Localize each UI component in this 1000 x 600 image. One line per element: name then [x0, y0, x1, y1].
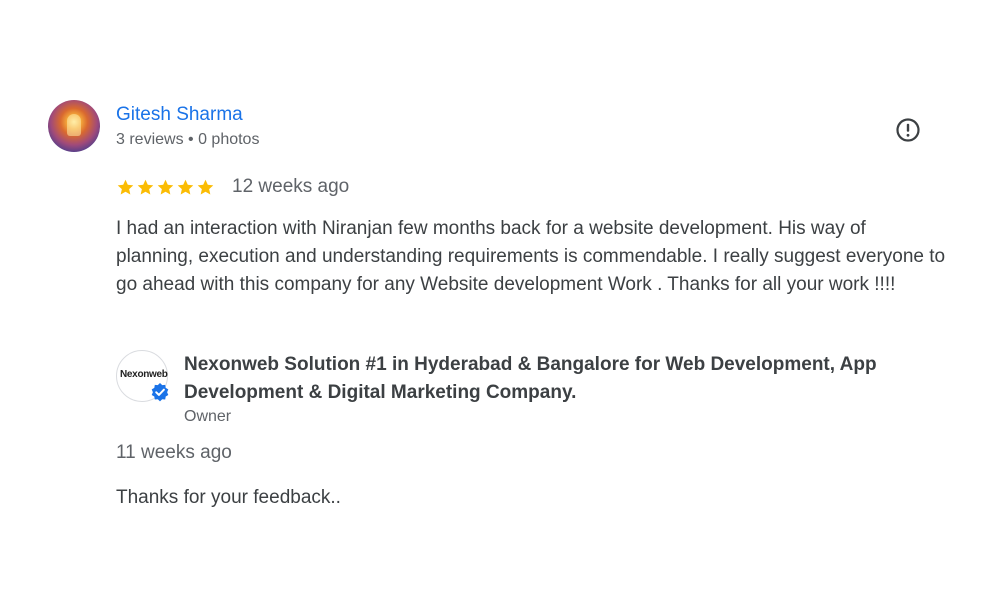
rating-row: 12 weeks ago	[116, 175, 349, 199]
report-flag-icon[interactable]	[895, 117, 921, 143]
owner-logo[interactable]: Nexonweb	[116, 350, 169, 402]
owner-logo-wordmark: Nexonweb	[120, 369, 168, 380]
star-icon	[177, 179, 194, 195]
star-icon	[137, 179, 154, 195]
star-icon	[197, 179, 214, 195]
owner-name[interactable]: Nexonweb Solution #1 in Hyderabad & Bang…	[184, 351, 924, 407]
star-rating	[116, 178, 215, 197]
avatar-figure	[67, 114, 81, 136]
star-icon	[157, 179, 174, 195]
reviewer-avatar[interactable]	[48, 100, 100, 152]
reviewer-name[interactable]: Gitesh Sharma	[116, 104, 243, 126]
reply-date: 11 weeks ago	[116, 442, 232, 463]
verified-check-icon	[151, 383, 169, 402]
review-text: I had an interaction with Niranjan few m…	[116, 218, 946, 295]
owner-role: Owner	[184, 408, 232, 425]
review-date: 12 weeks ago	[232, 176, 350, 197]
reply-text: Thanks for your feedback..	[116, 487, 341, 508]
reviewer-meta: 3 reviews • 0 photos	[116, 131, 260, 148]
owner-logo-text: Nexonweb	[120, 369, 168, 380]
star-icon	[117, 179, 134, 195]
